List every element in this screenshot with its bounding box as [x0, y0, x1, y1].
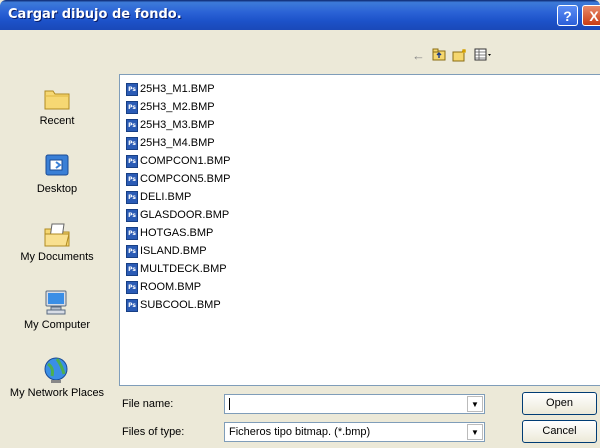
file-name: 25H3_M4.BMP: [140, 137, 215, 149]
bitmap-file-icon: Ps: [126, 209, 138, 222]
bitmap-file-icon: Ps: [126, 155, 138, 168]
network-places-icon: [44, 357, 68, 383]
bitmap-file-icon: Ps: [126, 245, 138, 258]
place-label: My Documents: [20, 251, 94, 263]
place-my-computer[interactable]: My Computer: [4, 288, 110, 332]
bitmap-file-icon: Ps: [126, 101, 138, 114]
file-name: GLASDOOR.BMP: [140, 209, 230, 221]
file-name: MULTDECK.BMP: [140, 263, 227, 275]
file-name: 25H3_M1.BMP: [140, 83, 215, 95]
file-name: 25H3_M2.BMP: [140, 101, 215, 113]
title-bar[interactable]: Cargar dibujo de fondo. ? X: [0, 0, 600, 30]
bitmap-file-icon: Ps: [126, 191, 138, 204]
help-button[interactable]: ?: [557, 5, 578, 26]
close-button[interactable]: X: [582, 5, 600, 26]
file-name: DELI.BMP: [140, 191, 192, 203]
window-title: Cargar dibujo de fondo.: [8, 7, 182, 22]
file-type-value: Ficheros tipo bitmap. (*.bmp): [229, 426, 371, 438]
recent-folder-icon: [44, 90, 70, 110]
bitmap-file-icon: Ps: [126, 119, 138, 132]
places-bar: Recent Desktop My Documents My Computer …: [4, 74, 110, 446]
cancel-button-label: Cancel: [542, 425, 577, 437]
place-label: My Computer: [23, 319, 91, 331]
place-label: Desktop: [36, 183, 78, 195]
bitmap-file-icon: Ps: [126, 173, 138, 186]
chevron-down-icon[interactable]: ▼: [467, 396, 483, 412]
place-recent[interactable]: Recent: [4, 84, 110, 128]
place-label: My Network Places: [9, 387, 105, 399]
text-caret: [229, 398, 230, 410]
place-my-documents[interactable]: My Documents: [4, 220, 110, 264]
my-computer-icon: [45, 290, 67, 315]
file-name: ISLAND.BMP: [140, 245, 207, 257]
cancel-button[interactable]: Cancel: [522, 420, 597, 443]
file-type-select[interactable]: Ficheros tipo bitmap. (*.bmp) ▼: [224, 422, 485, 442]
file-name: ROOM.BMP: [140, 281, 202, 293]
desktop-icon: [45, 154, 69, 176]
new-folder-icon[interactable]: [452, 48, 468, 65]
back-arrow-icon[interactable]: ←: [412, 48, 425, 63]
bitmap-file-icon: Ps: [126, 263, 138, 276]
file-name-label: File name:: [122, 398, 174, 410]
open-button[interactable]: Open: [522, 392, 597, 415]
up-folder-icon[interactable]: [432, 48, 446, 64]
bitmap-file-icon: Ps: [126, 281, 138, 294]
bitmap-file-icon: Ps: [126, 137, 138, 150]
place-label: Recent: [39, 115, 75, 127]
file-name: 25H3_M3.BMP: [140, 119, 215, 131]
file-name-combo[interactable]: ▼: [224, 394, 485, 414]
my-documents-icon: [44, 223, 70, 247]
place-desktop[interactable]: Desktop: [4, 152, 110, 196]
bitmap-file-icon: Ps: [126, 299, 138, 312]
views-menu-icon[interactable]: [474, 48, 492, 64]
file-name: SUBCOOL.BMP: [140, 299, 221, 311]
bitmap-file-icon: Ps: [126, 227, 138, 240]
file-list[interactable]: Ps 25H3_M1.BMP Ps 25H3_M2.BMP Ps 25H3_M3.BMP P…: [119, 74, 600, 386]
open-button-label: Open: [546, 397, 573, 409]
file-name: COMPCON1.BMP: [140, 155, 231, 167]
bitmap-file-icon: Ps: [126, 83, 138, 96]
file-name: COMPCON5.BMP: [140, 173, 231, 185]
chevron-down-icon[interactable]: ▼: [467, 424, 483, 440]
file-type-label: Files of type:: [122, 426, 185, 438]
file-name: HOTGAS.BMP: [140, 227, 214, 239]
place-network[interactable]: My Network Places: [4, 356, 110, 400]
open-file-dialog: Cargar dibujo de fondo. ? X ← Recent Des…: [0, 0, 600, 448]
